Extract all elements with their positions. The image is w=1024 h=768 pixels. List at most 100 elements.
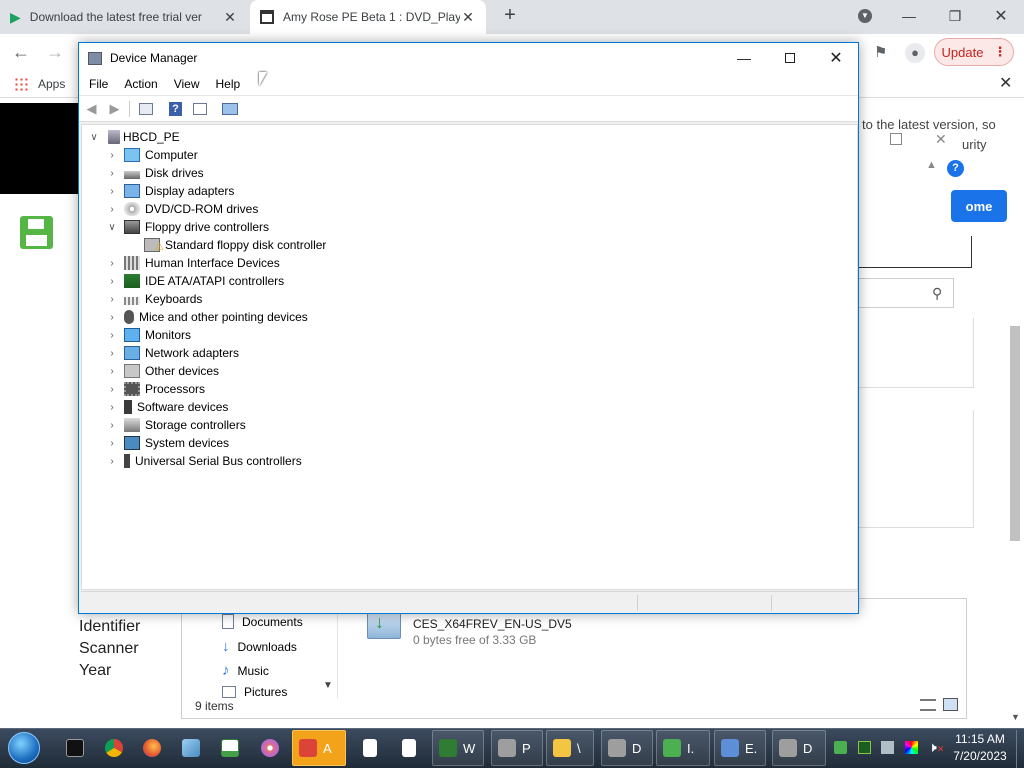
profile-avatar[interactable]: ● <box>905 43 925 63</box>
menu-help[interactable]: Help <box>208 77 249 91</box>
taskbar-group-installer[interactable]: I. <box>656 730 710 766</box>
tree-root[interactable]: ∨ HBCD_PE <box>88 128 180 146</box>
expand-icon[interactable]: › <box>106 186 118 197</box>
nav-pictures[interactable]: Pictures <box>222 686 287 698</box>
properties-icon[interactable] <box>137 101 154 117</box>
volume-muted-icon[interactable]: 🕨✕ <box>928 739 944 756</box>
chevron-up-icon[interactable]: ▲ <box>926 159 937 171</box>
doc-icon[interactable] <box>391 730 427 766</box>
nav-downloads[interactable]: ↓ Downloads <box>222 638 297 655</box>
expand-icon[interactable]: › <box>106 330 118 341</box>
taskbar-group-explorer[interactable]: E. <box>714 730 766 766</box>
minimize-button[interactable]: — <box>721 43 767 73</box>
close-button[interactable]: ✕ <box>813 43 859 73</box>
forward-icon[interactable]: ▶ <box>106 101 123 117</box>
tree-item-display-adapters[interactable]: › Display adapters <box>106 182 234 200</box>
chrome-icon[interactable] <box>96 730 132 766</box>
expand-icon[interactable]: › <box>106 294 118 305</box>
tree-item-software-devices[interactable]: › Software devices <box>106 398 228 416</box>
apps-grid-icon[interactable] <box>14 77 28 91</box>
large-icons-view-icon[interactable] <box>943 698 958 711</box>
collapse-icon[interactable]: ∨ <box>106 222 118 233</box>
expand-icon[interactable]: › <box>106 438 118 449</box>
blank-doc-icon[interactable] <box>352 730 388 766</box>
tree-item-keyboards[interactable]: › Keyboards <box>106 290 202 308</box>
help-icon[interactable]: ? <box>167 101 184 117</box>
search-icon[interactable]: ⚲ <box>932 285 942 302</box>
scroll-down-arrow-icon[interactable]: ▼ <box>1011 712 1020 722</box>
tray-arrow-icon[interactable] <box>834 741 847 754</box>
back-icon[interactable]: ◀ <box>83 101 100 117</box>
expand-icon[interactable]: › <box>106 150 118 161</box>
menu-file[interactable]: File <box>81 77 116 91</box>
expand-icon[interactable]: › <box>106 312 118 323</box>
taskbar-group-device-manager[interactable]: D <box>772 730 826 766</box>
show-desktop-button[interactable] <box>1016 730 1024 768</box>
tree-item-storage-controllers[interactable]: › Storage controllers <box>106 416 246 434</box>
tray-color-icon[interactable] <box>905 741 918 754</box>
cmd-icon[interactable] <box>57 730 93 766</box>
nav-scroll-down-icon[interactable]: ▼ <box>323 680 333 691</box>
chart-app-icon[interactable] <box>212 730 248 766</box>
tree-item-system-devices[interactable]: › System devices <box>106 434 229 452</box>
firefox-icon[interactable] <box>134 730 170 766</box>
tree-item-disk-drives[interactable]: › Disk drives <box>106 164 203 182</box>
chrome-minimize-button[interactable]: — <box>886 0 932 32</box>
notification-close-icon[interactable]: ✕ <box>999 73 1012 93</box>
maximize-button[interactable] <box>767 43 813 73</box>
notepad-icon[interactable] <box>173 730 209 766</box>
chrome-restore-button[interactable]: ❐ <box>932 0 978 32</box>
expand-icon[interactable]: › <box>106 258 118 269</box>
paint-icon[interactable] <box>252 730 288 766</box>
expand-icon[interactable]: › <box>106 420 118 431</box>
scan-hardware-icon[interactable] <box>221 101 238 117</box>
taskbar-group-chrome[interactable]: A <box>292 730 346 766</box>
menu-view[interactable]: View <box>166 77 208 91</box>
taskbar-group-app-w[interactable]: W <box>432 730 484 766</box>
forward-arrow-icon[interactable]: → <box>46 42 64 63</box>
nav-documents[interactable]: Documents <box>222 614 303 629</box>
new-tab-button[interactable]: + <box>499 4 521 30</box>
expand-icon[interactable]: › <box>106 402 118 413</box>
notif-maximize-icon[interactable] <box>890 133 902 145</box>
tree-item-human-interface-devices[interactable]: › Human Interface Devices <box>106 254 280 272</box>
expand-icon[interactable]: › <box>106 276 118 287</box>
close-icon[interactable]: ✕ <box>460 9 476 26</box>
tree-item-standard-floppy-disk-controller[interactable]: ⚠ Standard floppy disk controller <box>138 236 326 254</box>
tree-item-network-adapters[interactable]: › Network adapters <box>106 344 239 362</box>
help-circle-icon[interactable]: ? <box>947 160 964 177</box>
drive-name[interactable]: CES_X64FREV_EN-US_DV5 <box>413 617 572 631</box>
tree-item-universal-serial-bus-controllers[interactable]: › Universal Serial Bus controllers <box>106 452 302 470</box>
tree-item-other-devices[interactable]: › Other devices <box>106 362 219 380</box>
clock[interactable]: 11:15 AM 7/20/2023 <box>948 731 1012 765</box>
tree-item-mice-and-other-pointing-devices[interactable]: › Mice and other pointing devices <box>106 308 308 326</box>
tab-search-button[interactable]: ▼ <box>842 0 888 32</box>
tree-item-ide-ata-atapi-controllers[interactable]: › IDE ATA/ATAPI controllers <box>106 272 284 290</box>
expand-icon[interactable]: › <box>106 204 118 215</box>
expand-icon[interactable]: › <box>106 348 118 359</box>
extensions-icon[interactable]: ⚑ <box>874 43 887 61</box>
details-view-icon[interactable] <box>920 699 936 711</box>
tree-item-computer[interactable]: › Computer <box>106 146 198 164</box>
expand-icon[interactable]: › <box>106 456 118 467</box>
expand-icon[interactable]: › <box>106 384 118 395</box>
chrome-close-button[interactable]: ✕ <box>978 0 1024 32</box>
nav-music[interactable]: ♪ Music <box>222 662 269 679</box>
notif-close-icon[interactable]: ✕ <box>935 131 947 148</box>
home-button[interactable]: ome <box>951 190 1007 222</box>
taskbar-group-folder[interactable]: \ <box>546 730 594 766</box>
tree-item-monitors[interactable]: › Monitors <box>106 326 191 344</box>
menu-action[interactable]: Action <box>116 77 165 91</box>
collapse-icon[interactable]: ∨ <box>88 132 100 143</box>
tree-item-dvd-cd-rom-drives[interactable]: › DVD/CD-ROM drives <box>106 200 258 218</box>
tab-amy-rose[interactable]: Amy Rose PE Beta 1 : DVD_Player ✕ <box>250 0 486 34</box>
view-icon[interactable] <box>191 101 208 117</box>
tab-download-trial[interactable]: ▶ Download the latest free trial ver ✕ <box>0 0 248 34</box>
start-button[interactable] <box>6 730 42 766</box>
close-icon[interactable]: ✕ <box>222 9 238 26</box>
update-button[interactable]: Update ⋮ <box>934 38 1014 66</box>
taskbar-group-drive[interactable]: D <box>601 730 653 766</box>
explorer-pane-divider[interactable] <box>337 610 338 698</box>
tree-item-floppy-drive-controllers[interactable]: ∨ Floppy drive controllers <box>106 218 269 236</box>
back-arrow-icon[interactable]: ← <box>12 42 30 63</box>
